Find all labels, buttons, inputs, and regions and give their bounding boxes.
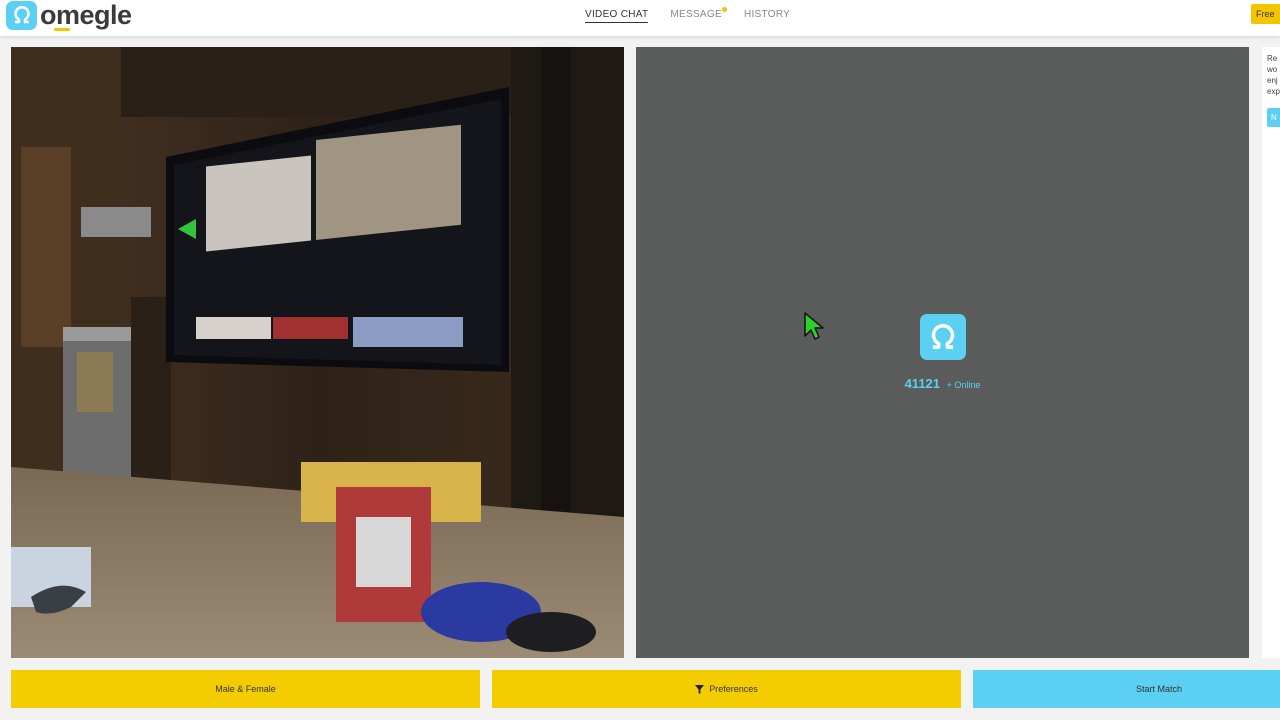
notification-dot bbox=[721, 7, 727, 12]
online-count-label: + Online bbox=[946, 380, 981, 390]
omegle-logo[interactable]: omegle bbox=[6, 0, 132, 31]
preferences-label: Preferences bbox=[709, 684, 758, 694]
mouse-cursor-icon bbox=[804, 312, 824, 340]
logo-wordmark: omegle bbox=[40, 0, 132, 31]
free-button[interactable]: Free bbox=[1251, 4, 1280, 24]
nav-message[interactable]: MESSAGE bbox=[670, 7, 727, 23]
online-count: 41121 + Online bbox=[636, 376, 1249, 391]
side-promo-card: Re wo enj exp N bbox=[1262, 47, 1280, 658]
nav-message-label: MESSAGE bbox=[670, 9, 722, 20]
main-nav: VIDEO CHAT MESSAGE HISTORY bbox=[585, 7, 790, 23]
stranger-video-panel: 41121 + Online bbox=[636, 47, 1249, 658]
gender-filter-button[interactable]: Male & Female bbox=[11, 670, 480, 708]
nav-history[interactable]: HISTORY bbox=[744, 9, 790, 23]
start-match-button[interactable]: Start Match bbox=[973, 670, 1280, 708]
nav-video-chat[interactable]: VIDEO CHAT bbox=[585, 9, 649, 23]
promo-text: Re wo enj exp bbox=[1267, 54, 1280, 96]
gender-filter-label: Male & Female bbox=[215, 684, 276, 694]
local-video bbox=[11, 47, 624, 658]
webcam-scene bbox=[11, 47, 624, 658]
online-count-number: 41121 bbox=[904, 376, 941, 391]
omega-icon bbox=[920, 314, 966, 360]
top-navbar: omegle VIDEO CHAT MESSAGE HISTORY Free bbox=[0, 0, 1280, 36]
start-match-label: Start Match bbox=[1136, 684, 1183, 694]
promo-button[interactable]: N bbox=[1267, 108, 1280, 127]
preferences-button[interactable]: Preferences bbox=[492, 670, 961, 708]
omega-icon bbox=[6, 0, 37, 30]
filter-icon bbox=[695, 684, 705, 694]
